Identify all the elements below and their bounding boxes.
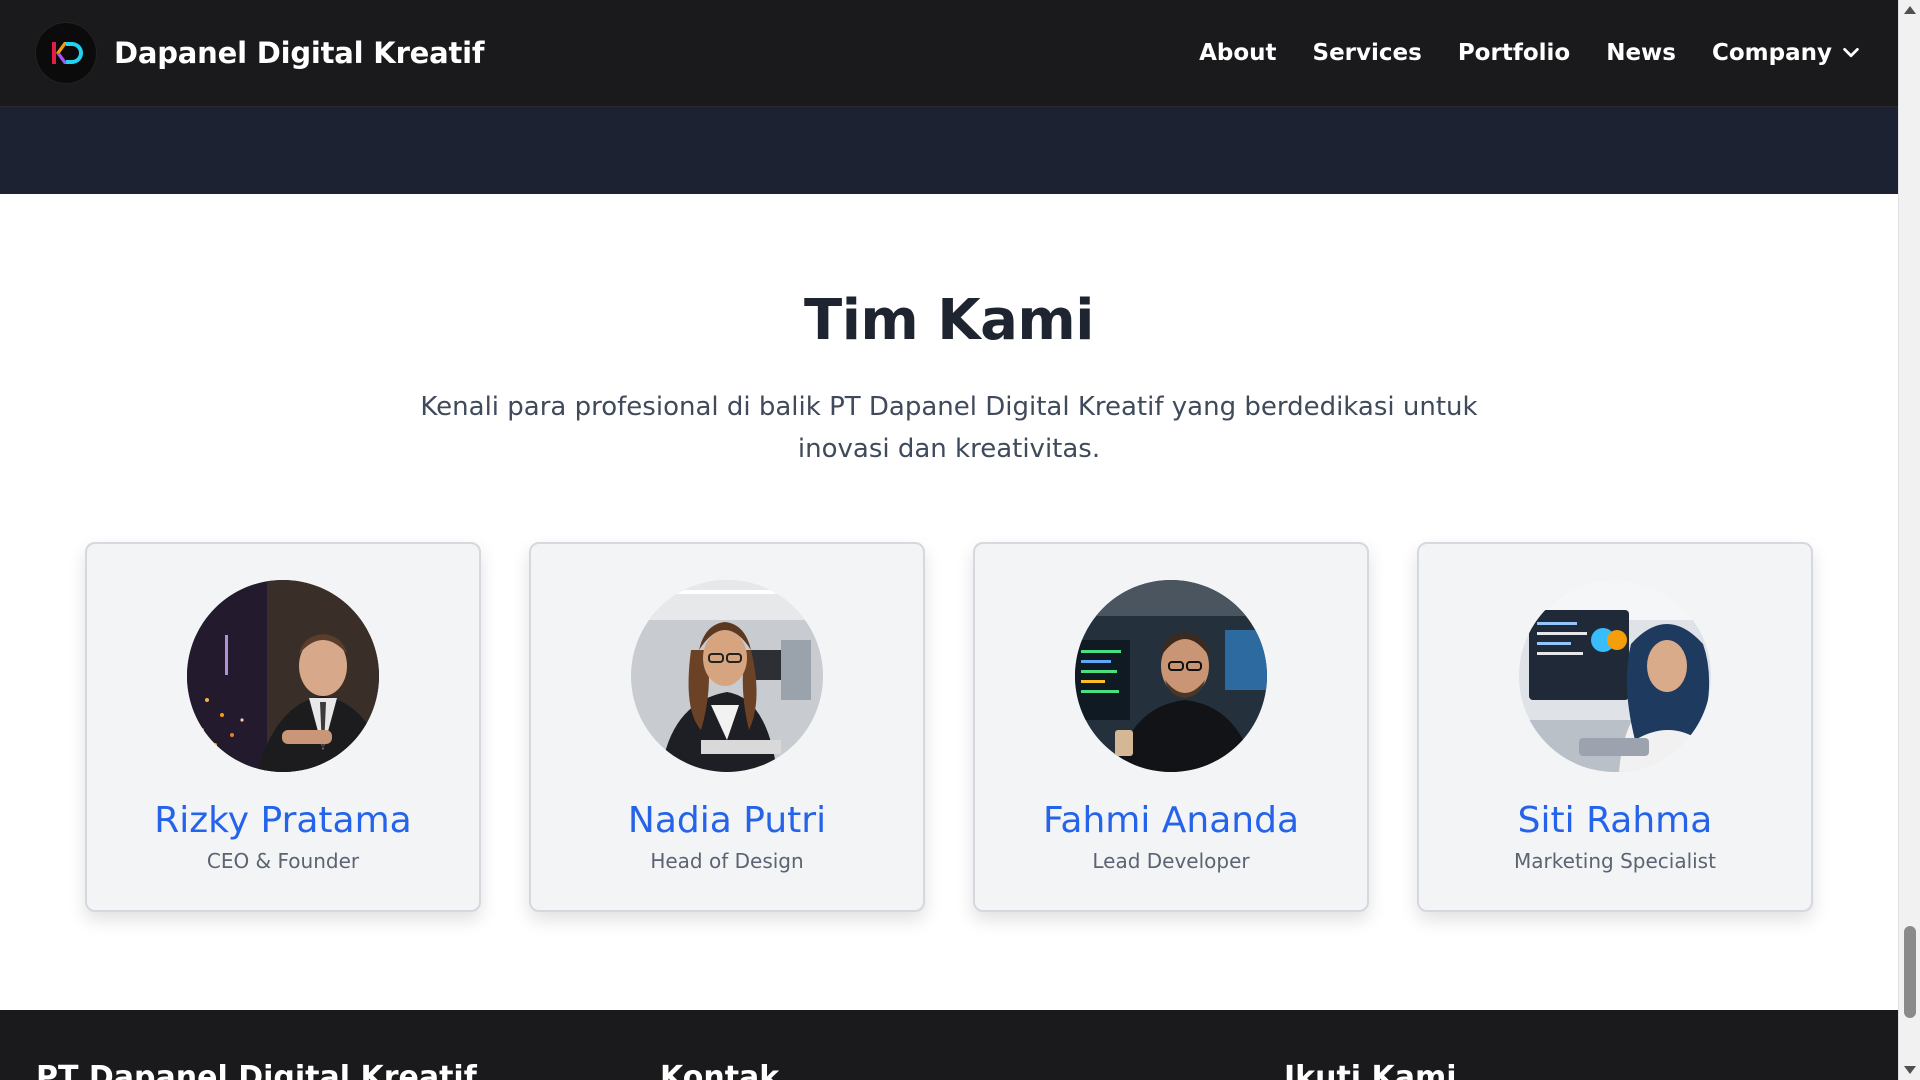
nav-link-services[interactable]: Services [1313,40,1422,66]
nav-link-news[interactable]: News [1606,40,1676,66]
section-subtitle: Kenali para profesional di balik PT Dapa… [420,392,1478,464]
team-card: Nadia Putri Head of Design [529,542,925,912]
footer-company-heading: PT Dapanel Digital Kreatif [36,1060,477,1080]
member-name[interactable]: Rizky Pratama [154,800,411,841]
top-navbar: Dapanel Digital Kreatif About Services P… [0,0,1898,107]
member-portrait-image [631,580,823,772]
nav-link-about[interactable]: About [1199,40,1276,66]
member-name[interactable]: Fahmi Ananda [1043,800,1299,841]
member-portrait-image [1519,580,1711,772]
footer-contact-heading: Kontak [660,1060,780,1080]
scroll-up-arrow-icon[interactable] [1904,6,1916,14]
member-photo [1519,580,1711,772]
team-card: Siti Rahma Marketing Specialist [1417,542,1813,912]
nav-link-portfolio[interactable]: Portfolio [1458,40,1570,66]
member-portrait-image [1075,580,1267,772]
team-section: Tim Kami Kenali para profesional di bali… [0,194,1898,1010]
scrollbar-thumb[interactable] [1904,926,1916,1018]
site-footer: PT Dapanel Digital Kreatif Kontak Ikuti … [0,1010,1898,1080]
member-role: Lead Developer [1092,849,1250,873]
member-role: CEO & Founder [206,849,360,873]
member-role: Head of Design [650,849,804,873]
page-scrollbar[interactable] [1898,0,1920,1080]
member-photo [187,580,379,772]
member-portrait-image [187,580,379,772]
nav-links: About Services Portfolio News Company [1199,40,1862,66]
scroll-down-arrow-icon[interactable] [1904,1066,1916,1074]
kd-logo-icon [52,42,83,64]
company-logo[interactable] [36,23,96,83]
member-role: Marketing Specialist [1514,849,1716,873]
member-photo [1075,580,1267,772]
section-title: Tim Kami [804,288,1094,353]
hero-section-bottom [0,107,1898,194]
member-photo [631,580,823,772]
team-card: Fahmi Ananda Lead Developer [973,542,1369,912]
footer-social-heading: Ikuti Kami [1284,1060,1457,1080]
chevron-down-icon [1843,47,1859,58]
team-cards: Rizky Pratama CEO & Founder Nadia Putri … [85,542,1813,912]
brand-name[interactable]: Dapanel Digital Kreatif [114,36,485,70]
nav-dropdown-label: Company [1712,40,1832,66]
team-card: Rizky Pratama CEO & Founder [85,542,481,912]
member-name[interactable]: Nadia Putri [628,800,826,841]
nav-dropdown-company[interactable]: Company [1712,40,1862,66]
member-name[interactable]: Siti Rahma [1518,800,1713,841]
